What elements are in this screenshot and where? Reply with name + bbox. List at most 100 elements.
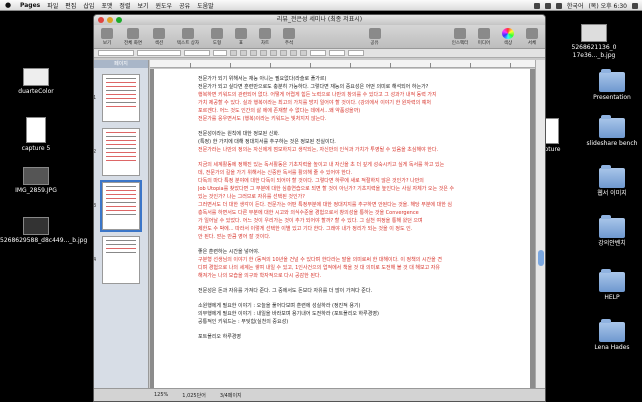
document-text-line: 포트폴리오 하루경영	[198, 334, 241, 340]
desktop-icon-lecture-bench[interactable]: 강의안벤치	[576, 215, 642, 248]
font-family-select[interactable]	[137, 50, 181, 56]
justify-button[interactable]	[300, 50, 307, 56]
menu-arrange[interactable]: 정렬	[119, 1, 130, 10]
toolbar-share-button[interactable]: 공유	[365, 28, 385, 46]
window-titlebar[interactable]: 리뷰_전은성 세미나 (최종 저표시)	[94, 15, 545, 25]
document-text-line: 전문성은 돈과 자유를 가져다 준다. 그 중에서도 돈보다 자유를 더 많이 …	[198, 288, 373, 294]
toolbar-view-button[interactable]: 보기	[97, 28, 117, 46]
toolbar-colors-button[interactable]: 색상	[498, 28, 518, 46]
document-text-line: 안 된다. 얻는 만큼 영어 잘 것이다.	[198, 234, 271, 240]
text-color-button[interactable]	[230, 50, 237, 56]
spotlight-icon[interactable]	[632, 2, 638, 9]
volume-icon[interactable]	[544, 2, 551, 9]
desktop-icon-img2859[interactable]: IMG_2859.JPG	[0, 167, 72, 195]
menu-clock[interactable]: (목) 오후 6:30	[588, 1, 627, 10]
sections-icon	[153, 28, 165, 39]
desktop-icon-capture5[interactable]: capture 5	[0, 117, 72, 153]
close-button[interactable]	[98, 17, 104, 23]
desktop-icon-5268621136[interactable]: 5268621136_0 17e36..._b.jpg	[558, 24, 630, 60]
desktop-icon-label: 5268621136_0 17e36..._b.jpg	[571, 44, 617, 59]
menu-insert[interactable]: 삽입	[83, 1, 94, 10]
toolbar-fonts-button[interactable]: 서체	[522, 28, 542, 46]
menu-file[interactable]: 파일	[47, 1, 58, 10]
bold-button[interactable]	[240, 50, 247, 56]
word-count: 1,025단어	[182, 392, 206, 399]
toolbar-comment-button[interactable]: 주석	[279, 28, 299, 46]
desktop-icon-lena-hades[interactable]: Lena Hades	[576, 319, 642, 352]
document-text-line: Job Utopia를 찾았다면 그 부분에 대한 심층연습으로 되면 할 것이…	[198, 186, 455, 192]
input-language[interactable]: 한국어	[567, 1, 584, 10]
menu-window[interactable]: 윈도우	[156, 1, 173, 10]
scrollbar-knob[interactable]	[538, 250, 544, 266]
media-icon	[478, 28, 490, 39]
page-thumbnail[interactable]: 4	[94, 236, 140, 284]
window-title: 리뷰_전은성 세미나 (최종 저표시)	[276, 16, 363, 23]
ruler[interactable]	[150, 60, 544, 68]
toolbar-textbox-button[interactable]: 텍스트 상자	[173, 28, 203, 46]
line-spacing-select[interactable]	[310, 50, 326, 56]
toolbar-inspector-button[interactable]: 인스펙터	[450, 28, 470, 46]
toolbar-table-button[interactable]: 표	[231, 28, 251, 46]
menu-share[interactable]: 공유	[179, 1, 190, 10]
toolbar-fullscreen-button[interactable]: 전체 화면	[121, 28, 145, 46]
underline-button[interactable]	[260, 50, 267, 56]
apple-menu-icon[interactable]: ●	[5, 1, 13, 9]
desktop-icon-slideshare-bench[interactable]: slideshare bench	[576, 115, 642, 148]
page-thumbnail-selected[interactable]: 3	[94, 180, 142, 232]
toolbar-sections-button[interactable]: 섹션	[149, 28, 169, 46]
align-left-button[interactable]	[270, 50, 277, 56]
page-thumbnails-sidebar: 페이지 1 2 3 4	[94, 60, 149, 390]
list-select[interactable]	[348, 50, 364, 56]
desktop-icon-web-images[interactable]: 웹서 이미지	[576, 165, 642, 198]
zoom-button[interactable]	[116, 17, 122, 23]
columns-select[interactable]	[329, 50, 345, 56]
format-bar	[94, 49, 545, 58]
battery-icon[interactable]	[555, 2, 562, 9]
desktop-icon-5268629588[interactable]: 5268629588_d8c449..._b.jpg	[0, 217, 87, 245]
toolbar-shape-button[interactable]: 도형	[207, 28, 227, 46]
desktop-icon-help[interactable]: HELP	[576, 269, 642, 302]
minimize-button[interactable]	[107, 17, 113, 23]
toolbar-chart-button[interactable]: 차트	[255, 28, 275, 46]
menu-format[interactable]: 포맷	[101, 1, 112, 10]
font-size-select[interactable]	[213, 50, 227, 56]
style-select[interactable]	[98, 50, 134, 56]
document-page[interactable]: 전문가가 되기 위해서는 재능 아니는 필요없다(라슬로 폴가르) 전문가가 되고…	[154, 69, 530, 390]
zoom-level[interactable]: 125%	[154, 392, 168, 398]
desktop-icon-duartecolor[interactable]: duarteColor	[0, 68, 72, 96]
document-text-line: 그러면서도 더 대한 생각이 든다. 전문가는 어떤 특정부분에 대한 정대지지…	[198, 202, 453, 208]
font-style-select[interactable]	[184, 50, 210, 56]
toolbar-media-button[interactable]: 미디어	[474, 28, 494, 46]
document-text-line: 디며 경험으로 나의 세계는 쌓여 내일 수 있고, 1인사건으의 업적에서 책…	[198, 265, 440, 271]
window-controls	[98, 17, 122, 23]
document-text-line: 층독서를 하면서도 다른 부분에 대한 시고와 의식수준을 경험으로서 창의성을…	[198, 210, 419, 216]
status-bar: 125% 1,025단어 3/4페이지	[94, 388, 545, 401]
page-thumbnail[interactable]: 2	[94, 128, 140, 176]
desktop-icon-label: IMG_2859.JPG	[15, 187, 57, 194]
page-thumbnail[interactable]: 1	[94, 74, 140, 122]
wifi-icon[interactable]	[533, 2, 540, 9]
view-icon	[101, 28, 113, 39]
desktop-icon-presentation[interactable]: Presentation	[576, 69, 642, 102]
toolbar-label: 인스펙터	[451, 41, 469, 46]
menu-view[interactable]: 보기	[137, 1, 148, 10]
toolbar: 보기 전체 화면 섹션 텍스트 상자 도형 표 차트 주석 공유 인스펙터 미디…	[94, 25, 545, 49]
document-text-line: 다독의 마다 특정 분야에 대한 다독이 되어야 할 것이다. 그렇다면 하루에…	[198, 178, 424, 184]
vertical-scrollbar[interactable]	[535, 60, 545, 390]
inspector-icon	[454, 28, 466, 39]
align-right-button[interactable]	[290, 50, 297, 56]
image-file-icon	[23, 167, 49, 185]
document-text-line: 가 일어날 수 있었다. 어느 것이 우리가는 것이 추가 되어야 할까? 할 …	[198, 218, 423, 224]
toolbar-label: 표	[238, 41, 244, 46]
italic-button[interactable]	[250, 50, 257, 56]
page-indicator: 3/4페이지	[219, 392, 242, 399]
menu-help[interactable]: 도움말	[197, 1, 214, 10]
menu-edit[interactable]: 편집	[65, 1, 76, 10]
menu-app-pages[interactable]: Pages	[20, 2, 40, 9]
image-file-icon	[26, 117, 46, 143]
align-center-button[interactable]	[280, 50, 287, 56]
